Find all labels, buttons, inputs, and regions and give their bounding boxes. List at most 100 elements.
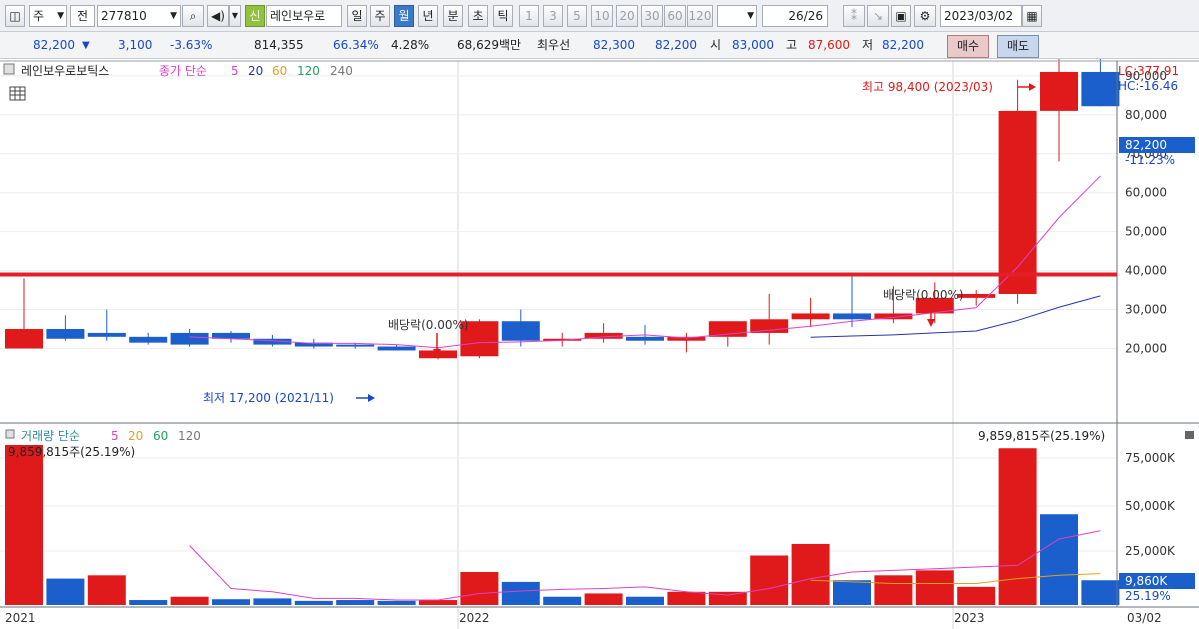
volume-bar (998, 448, 1037, 605)
period-year-button[interactable]: 년 (418, 5, 438, 27)
volume-bar (46, 578, 85, 605)
volume-bar (750, 555, 789, 605)
volume-bar (212, 599, 250, 605)
candle-body (791, 313, 830, 320)
volume-bar (336, 600, 375, 605)
trend-tool-icon[interactable]: ↘ (867, 5, 889, 27)
panel-toggle-icon[interactable] (3, 63, 15, 75)
date-input[interactable]: 2023/03/02 (940, 5, 1022, 27)
x-label-2023: 2023 (954, 611, 985, 625)
volume-bar (915, 570, 954, 605)
page-counter[interactable]: 26/26 (762, 5, 828, 27)
interval-60-button[interactable]: 60 (664, 5, 686, 27)
table-icon[interactable] (9, 86, 26, 101)
calendar-icon[interactable]: ▦ (1022, 5, 1042, 27)
volume-value: 814,355 (254, 38, 304, 52)
price-change: 3,100 (118, 38, 153, 52)
sell-button[interactable]: 매도 (997, 35, 1039, 58)
period-month-button[interactable]: 월 (394, 5, 414, 27)
candle-body (626, 336, 664, 341)
trade-amount: 68,629백만 (457, 38, 522, 52)
open-price: 83,000 (732, 38, 774, 52)
ma-period-60: 60 (272, 64, 287, 78)
panel-menu-icon[interactable] (1185, 431, 1194, 439)
volume-tag-pct: 25.19% (1125, 589, 1171, 603)
period-minute-button[interactable]: 분 (443, 5, 463, 27)
stock-name-label: 레인보우로보틱스 (21, 64, 109, 78)
candle-body (87, 332, 126, 337)
market-select[interactable]: 전 (70, 5, 95, 27)
volume-bar (460, 572, 499, 605)
current-price: 82,200 (33, 38, 75, 52)
chart-tool-icon[interactable]: ⁑ (843, 5, 865, 27)
candle-body (129, 336, 168, 343)
stock-name-field: 레인보우로 (266, 5, 342, 27)
volume-y-tick: 75,000K (1125, 451, 1176, 465)
candle-body (336, 344, 375, 347)
quote-bar: 82,200 ▼ 3,100 -3.63% 814,355 66.34% 4.2… (0, 32, 1199, 59)
x-label-current: 03/02 (1127, 611, 1162, 625)
volume-bar (1040, 514, 1078, 605)
interval-120-button[interactable]: 120 (687, 5, 713, 27)
gear-icon[interactable]: ⚙ (914, 5, 936, 27)
volume-ratio: 66.34% (333, 38, 379, 52)
period-second-button[interactable]: 초 (468, 5, 488, 27)
interval-3-button[interactable]: 3 (543, 5, 563, 27)
interval-5-button[interactable]: 5 (567, 5, 587, 27)
interval-30-button[interactable]: 30 (641, 5, 663, 27)
dividend-annotation-2021: 배당락(0.00%) (388, 318, 469, 332)
period-select[interactable]: 주 ▼ (29, 5, 67, 27)
volume-bar (626, 596, 664, 605)
vma-period-120: 120 (178, 429, 201, 443)
interval-10-button[interactable]: 10 (591, 5, 613, 27)
candle-body (46, 329, 85, 339)
stock-chart[interactable]: 20,00030,00040,00050,00060,00070,00080,0… (0, 59, 1199, 629)
speaker-icon[interactable]: ◀) (207, 5, 229, 27)
low-label: 저 (862, 38, 874, 52)
ma-period-120: 120 (297, 64, 320, 78)
candle-body (1081, 71, 1120, 107)
volume-bar (377, 600, 416, 605)
volume-bar (543, 596, 582, 605)
candle-body (1040, 71, 1078, 111)
price-y-tick: 20,000 (1125, 342, 1167, 356)
buy-button[interactable]: 매수 (947, 35, 989, 58)
x-label-2022: 2022 (459, 611, 490, 625)
period-day-button[interactable]: 일 (347, 5, 367, 27)
down-arrow-icon: ▼ (82, 40, 90, 51)
low-annotation: 최저 17,200 (2021/11) (203, 391, 334, 405)
stock-code-input[interactable]: 277810 ▼ (97, 5, 181, 27)
search-icon[interactable]: ⌕ (182, 5, 204, 27)
period-week-button[interactable]: 주 (370, 5, 390, 27)
volume-bar (253, 598, 292, 605)
price-y-tick: 60,000 (1125, 186, 1167, 200)
candle-body (750, 319, 789, 333)
price-y-tick: 80,000 (1125, 108, 1167, 122)
lc-label: LC:377.91 (1118, 64, 1179, 78)
x-label-2021: 2021 (5, 611, 36, 625)
high-annotation: 최고 98,400 (2023/03) (862, 80, 993, 94)
price-change-percent: -3.63% (170, 38, 213, 52)
period-tick-button[interactable]: 틱 (493, 5, 513, 27)
chevron-down-icon[interactable]: ▼ (229, 5, 241, 27)
price-y-tick: 40,000 (1125, 264, 1167, 278)
interval-20-button[interactable]: 20 (616, 5, 638, 27)
volume-bar (5, 445, 43, 605)
candle-body (377, 346, 416, 351)
candle-body (5, 329, 43, 349)
dividend-annotation-2022: 배당락(0.00%) (883, 288, 964, 302)
custom-interval-input[interactable]: ▼ (717, 5, 757, 27)
volume-tag-value: 9,860K (1125, 574, 1168, 588)
save-icon[interactable]: ▣ (891, 5, 911, 27)
current-price-tag-value: 82,200 (1125, 138, 1167, 152)
best-ask: 82,300 (593, 38, 635, 52)
volume-bar (501, 581, 540, 605)
high-label: 고 (786, 38, 798, 52)
chevron-down-icon: ▼ (57, 11, 64, 21)
volume-bar (667, 591, 706, 605)
ma-label: 종가 단순 (159, 64, 207, 78)
interval-1-button[interactable]: 1 (519, 5, 539, 27)
chart-layout-icon[interactable]: ◫ (5, 5, 25, 27)
panel-toggle-icon[interactable] (5, 429, 15, 439)
volume-bar (1081, 580, 1120, 605)
